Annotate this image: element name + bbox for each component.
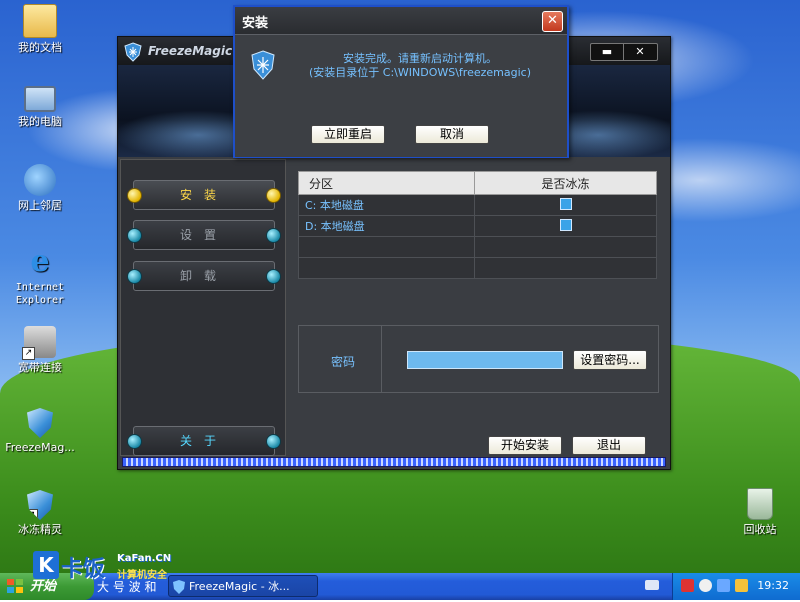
dialog-message-line2: (安装目录位于 C:\WINDOWS\freezemagic) bbox=[309, 66, 531, 79]
desktop-icon-freeze-spirit[interactable]: 冰冻精灵 bbox=[0, 490, 80, 536]
desktop-icon-network[interactable]: 网上邻居 bbox=[0, 164, 80, 212]
knob-icon bbox=[127, 228, 142, 243]
desktop-icon-label: 宽带连接 bbox=[18, 361, 62, 374]
desktop-icon-label: Internet Explorer bbox=[15, 282, 65, 306]
knob-icon bbox=[127, 434, 142, 449]
window-controls: ▬ ✕ bbox=[590, 43, 658, 61]
broadband-connection-icon bbox=[22, 326, 56, 360]
desktop-icon-my-computer[interactable]: 我的电脑 bbox=[0, 86, 80, 128]
table-header-row: 分区 是否冰冻 bbox=[298, 171, 657, 195]
freeze-spirit-shield-icon bbox=[27, 490, 53, 520]
watermark-logo-text: 卡饭 bbox=[61, 557, 106, 582]
password-input[interactable] bbox=[407, 351, 563, 369]
empty-cell bbox=[298, 257, 475, 279]
desktop-icon-label: 冰冻精灵 bbox=[18, 523, 62, 536]
nav-about-button[interactable]: 关于 bbox=[127, 426, 281, 456]
desktop-icon-label: 回收站 bbox=[743, 523, 777, 536]
password-label: 密码 bbox=[331, 355, 356, 369]
table-row-empty bbox=[298, 257, 657, 279]
partition-table: 分区 是否冰冻 C: 本地磁盘 D: 本地磁盘 bbox=[298, 171, 657, 279]
dialog-body: 安装完成。请重新启动计算机。 (安装目录位于 C:\WINDOWS\freeze… bbox=[235, 34, 567, 157]
table-row-empty bbox=[298, 236, 657, 258]
divider bbox=[381, 326, 382, 392]
frozen-cell bbox=[474, 194, 657, 216]
minimize-button[interactable]: ▬ bbox=[591, 44, 624, 60]
desktop-icon-label: 网上邻居 bbox=[18, 199, 62, 212]
password-section: 密码 设置密码... bbox=[298, 325, 659, 393]
internet-explorer-icon: e bbox=[30, 244, 50, 279]
watermark-site: KaFan.CN bbox=[117, 553, 172, 564]
dialog-titlebar[interactable]: 安装 ✕ bbox=[235, 7, 567, 34]
folder-icon bbox=[23, 4, 57, 38]
exit-button[interactable]: 退出 bbox=[572, 436, 646, 455]
desktop-icon-label: 我的电脑 bbox=[18, 115, 62, 128]
empty-cell bbox=[474, 236, 657, 258]
knob-icon bbox=[266, 269, 281, 284]
network-icon bbox=[24, 164, 56, 196]
knob-icon bbox=[266, 434, 281, 449]
network-tray-icon[interactable] bbox=[717, 579, 730, 592]
partition-cell: C: 本地磁盘 bbox=[298, 194, 475, 216]
system-tray: 19:32 bbox=[672, 573, 800, 600]
nav-settings-button[interactable]: 设置 bbox=[127, 220, 281, 250]
nav-panel: 安装 设置 卸载 关于 bbox=[120, 159, 286, 456]
install-dialog: 安装 ✕ 安装完成。请重新启动计算机。 (安装目录位于 C:\WINDOWS\f… bbox=[233, 5, 569, 158]
speaker-tray-icon[interactable] bbox=[699, 579, 712, 592]
column-header-frozen: 是否冰冻 bbox=[474, 171, 657, 195]
kafan-logo-icon: K bbox=[33, 551, 59, 579]
set-password-button[interactable]: 设置密码... bbox=[573, 350, 647, 370]
dialog-title: 安装 bbox=[242, 16, 269, 31]
computer-icon bbox=[24, 86, 56, 112]
shield-icon bbox=[250, 50, 276, 83]
knob-icon bbox=[127, 269, 142, 284]
nav-label: 关于 bbox=[179, 434, 228, 448]
desktop-icon-label: FreezeMag... bbox=[5, 441, 75, 454]
taskbar-item-freezemagic[interactable]: FreezeMagic - 冰... bbox=[168, 575, 318, 597]
watermark-slogan: 计算机安全 bbox=[117, 570, 167, 581]
nav-label: 设置 bbox=[179, 228, 228, 242]
table-row[interactable]: D: 本地磁盘 bbox=[298, 215, 657, 237]
keyboard-icon[interactable] bbox=[645, 580, 659, 590]
nav-install-button[interactable]: 安装 bbox=[127, 180, 281, 210]
desktop-icon-recycle-bin[interactable]: 回收站 bbox=[720, 488, 800, 536]
clock: 19:32 bbox=[757, 579, 789, 592]
partition-cell: D: 本地磁盘 bbox=[298, 215, 475, 237]
desktop-icon-label: 我的文档 bbox=[18, 41, 62, 54]
windows-logo-icon bbox=[7, 579, 23, 593]
desktop-icon-broadband[interactable]: 宽带连接 bbox=[0, 326, 80, 374]
vm-tray-icon[interactable] bbox=[735, 579, 748, 592]
security-tray-icon[interactable] bbox=[681, 579, 694, 592]
recycle-bin-icon bbox=[747, 488, 773, 520]
task-label: FreezeMagic - 冰... bbox=[189, 580, 290, 593]
empty-cell bbox=[298, 236, 475, 258]
empty-cell bbox=[474, 257, 657, 279]
nav-uninstall-button[interactable]: 卸载 bbox=[127, 261, 281, 291]
desktop-icon-my-documents[interactable]: 我的文档 bbox=[0, 4, 80, 54]
window-title: FreezeMagic bbox=[148, 44, 233, 58]
dialog-message: 安装完成。请重新启动计算机。 (安装目录位于 C:\WINDOWS\freeze… bbox=[285, 52, 555, 80]
column-header-partition: 分区 bbox=[298, 171, 475, 195]
frozen-cell bbox=[474, 215, 657, 237]
progress-bar bbox=[122, 457, 666, 467]
kafan-watermark: K 卡饭 KaFan.CN 计算机安全 bbox=[33, 551, 183, 591]
desktop-icon-internet-explorer[interactable]: e Internet Explorer bbox=[0, 246, 80, 307]
dialog-close-button[interactable]: ✕ bbox=[542, 11, 563, 32]
close-button[interactable]: ✕ bbox=[624, 44, 656, 60]
frozen-checkbox[interactable] bbox=[559, 218, 572, 231]
app-logo-icon bbox=[123, 42, 143, 65]
dialog-message-line1: 安装完成。请重新启动计算机。 bbox=[343, 52, 497, 65]
restart-now-button[interactable]: 立即重启 bbox=[311, 125, 385, 144]
freezemagic-shield-icon bbox=[27, 408, 53, 438]
nav-label: 安装 bbox=[179, 188, 228, 202]
frozen-checkbox[interactable] bbox=[559, 197, 572, 210]
table-row[interactable]: C: 本地磁盘 bbox=[298, 194, 657, 216]
knob-icon bbox=[266, 228, 281, 243]
cancel-button[interactable]: 取消 bbox=[415, 125, 489, 144]
start-install-button[interactable]: 开始安装 bbox=[488, 436, 562, 455]
knob-icon bbox=[266, 188, 281, 203]
desktop-icon-freezemagic[interactable]: FreezeMag... bbox=[0, 408, 80, 454]
nav-label: 卸载 bbox=[179, 269, 228, 283]
knob-icon bbox=[127, 188, 142, 203]
content-panel: 分区 是否冰冻 C: 本地磁盘 D: 本地磁盘 密码 设置密码... 开始安装 … bbox=[288, 159, 668, 455]
